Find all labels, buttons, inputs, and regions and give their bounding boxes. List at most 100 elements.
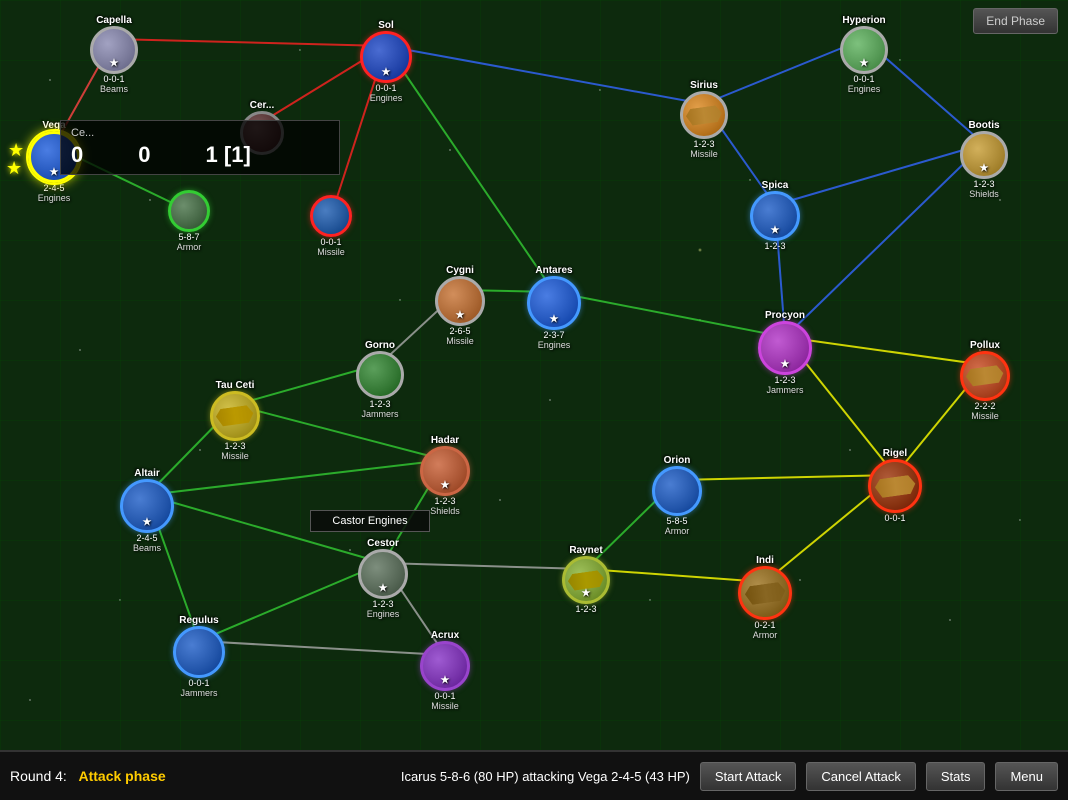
planet-stats-vega: 2-4-5 [43,183,64,193]
planet-name-indi: Indi [756,555,774,566]
planet-stats-regulus: 0-0-1 [188,678,209,688]
planet-stats-hyperion: 0-0-1 [853,74,874,84]
star-marker-antares: ★ [550,315,559,325]
star-marker-cestor: ★ [379,584,388,594]
planet-hyperion[interactable]: Hyperion★0-0-1Engines [840,15,888,94]
planet-type-altair: Beams [133,543,161,553]
planet-circle-tau_ceti [210,391,260,441]
planet-stats-cestor: 1-2-3 [372,599,393,609]
planet-stats-hadar: 1-2-3 [434,496,455,506]
planet-circle-spica: ★ [750,191,800,241]
planet-circle-hadar: ★ [420,446,470,496]
connection-orion-rigel [677,475,895,480]
planet-name-antares: Antares [535,265,572,276]
planet-altair[interactable]: Altair★2-4-5Beams [120,468,174,553]
planet-acrux[interactable]: Acrux★0-0-1Missile [420,630,470,711]
planet-bootis[interactable]: Bootis★1-2-3Shields [960,120,1008,199]
planet-pollux[interactable]: Pollux2-2-2Missile [960,340,1010,421]
connection-spica-bootis [775,144,984,205]
planet-type-gorno: Jammers [361,409,398,419]
planet-stats-indi: 0-2-1 [754,620,775,630]
planet-tau_ceti[interactable]: Tau Ceti1-2-3Missile [210,380,260,461]
planet-stats-capella: 0-0-1 [103,74,124,84]
planet-sol_missile[interactable]: 0-0-1Missile [310,195,352,257]
planet-type-antares: Engines [538,340,571,350]
ship-on-pollux [965,365,1005,388]
planet-indi[interactable]: Indi0-2-1Armor [738,555,792,640]
planet-circle-indi [738,566,792,620]
battle-title: Ce... [71,127,329,139]
planet-sol[interactable]: Sol★0-0-1Engines [360,20,412,103]
planet-cygni[interactable]: Cygni★2-6-5Missile [435,265,485,346]
menu-button[interactable]: Menu [995,762,1058,791]
connection-sol-sirius [386,46,704,104]
planet-orion[interactable]: Orion5-8-5Armor [652,455,702,536]
planet-name-pollux: Pollux [970,340,1000,351]
connections-layer [0,0,1068,750]
connection-procyon-pollux [785,337,985,365]
planet-circle-cygni: ★ [435,276,485,326]
start-attack-button[interactable]: Start Attack [700,762,796,791]
planet-type-armor_planet: Armor [177,242,202,252]
planet-name-procyon: Procyon [765,310,805,321]
planet-stats-acrux: 0-0-1 [434,691,455,701]
planet-name-hyperion: Hyperion [842,15,885,26]
planet-type-sol: Engines [370,93,403,103]
star-marker-capella: ★ [110,59,119,69]
planet-stats-pollux: 2-2-2 [974,401,995,411]
cancel-attack-button[interactable]: Cancel Attack [806,762,916,791]
ship-on-tau_ceti [215,405,255,428]
star-marker-spica: ★ [771,226,780,236]
end-phase-button[interactable]: End Phase [973,8,1058,34]
planet-gorno[interactable]: Gorno1-2-3Jammers [356,340,404,419]
game-canvas: Ce... 0 0 1 [1] End Phase Capella★0-0-1B… [0,0,1068,750]
planet-circle-rigel [868,459,922,513]
ship-on-cestor [363,563,403,586]
planet-type-hadar: Shields [430,506,460,516]
connection-altair-cestor [147,495,383,563]
planet-circle-sirius [680,91,728,139]
connection-capella-sol [114,39,386,46]
planet-name-rigel: Rigel [883,448,907,459]
planet-regulus[interactable]: Regulus0-0-1Jammers [173,615,225,698]
planet-procyon[interactable]: Procyon★1-2-3Jammers [758,310,812,395]
stats-button[interactable]: Stats [926,762,986,791]
connection-tau_ceti-hadar [235,405,445,460]
planet-stats-sol_missile: 0-0-1 [320,237,341,247]
connection-cestor-regulus [199,563,383,641]
planet-circle-hyperion: ★ [840,26,888,74]
planet-circle-altair: ★ [120,479,174,533]
planet-name-sol: Sol [378,20,394,31]
connection-cestor-raynet [383,563,586,569]
planet-type-vega: Engines [38,193,71,203]
planet-stats-spica: 1-2-3 [764,241,785,251]
planet-name-cygni: Cygni [446,265,474,276]
planet-antares[interactable]: Antares★2-3-7Engines [527,265,581,350]
planet-stats-cygni: 2-6-5 [449,326,470,336]
planet-circle-raynet: ★ [562,556,610,604]
planet-armor_planet[interactable]: 5-8-7Armor [168,190,210,252]
planet-hadar[interactable]: Hadar★1-2-3Shields [420,435,470,516]
planet-sirius[interactable]: Sirius1-2-3Missile [680,80,728,159]
planet-rigel[interactable]: Rigel0-0-1 [868,448,922,523]
star-marker-hyperion: ★ [860,59,869,69]
planet-stats-bootis: 1-2-3 [973,179,994,189]
planet-capella[interactable]: Capella★0-0-1Beams [90,15,138,94]
battle-val-0: 0 [71,142,83,168]
planet-name-sirius: Sirius [690,80,718,91]
planet-raynet[interactable]: Raynet★1-2-3 [562,545,610,614]
planet-name-capella: Capella [96,15,132,26]
planet-cestor[interactable]: Cestor★1-2-3Engines [358,538,408,619]
planet-type-cestor: Engines [367,609,400,619]
star-marker-altair: ★ [143,518,152,528]
planet-name-regulus: Regulus [179,615,218,626]
ship-on-antares [533,291,576,315]
status-text: Icarus 5-8-6 (80 HP) attacking Vega 2-4-… [401,769,690,784]
planet-type-sol_missile: Missile [317,247,345,257]
castor-engines-label: Castor Engines [310,510,430,532]
connection-hadar-altair [147,460,445,495]
planet-stats-procyon: 1-2-3 [774,375,795,385]
planet-circle-gorno [356,351,404,399]
planet-spica[interactable]: Spica★1-2-3 [750,180,800,251]
ship-on-procyon [764,336,807,360]
